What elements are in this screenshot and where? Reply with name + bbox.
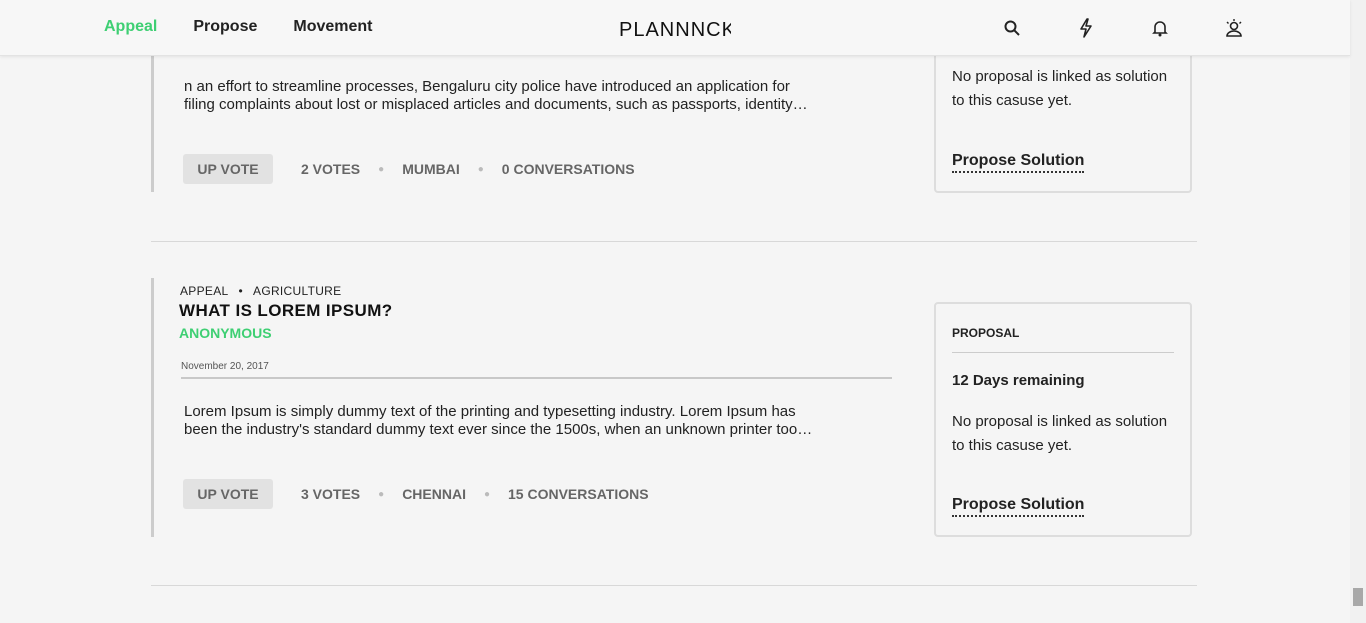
post-stats: UP VOTE 2 VOTES ● MUMBAI ● 0 CONVERSATIO… <box>183 154 635 184</box>
post-desc-line: n an effort to streamline processes, Ben… <box>184 78 790 95</box>
upvote-button[interactable]: UP VOTE <box>183 154 273 184</box>
post-desc-line: filing complaints about lost or misplace… <box>184 96 808 113</box>
separator-dot: ● <box>483 488 491 500</box>
proposal-status-text: No proposal is linked as solution to thi… <box>952 413 1168 454</box>
city-label: CHENNAI <box>402 486 466 502</box>
post-divider <box>151 241 1197 242</box>
page-scrollbar[interactable] <box>1350 0 1366 623</box>
proposal-label: PROPOSAL <box>952 326 1020 340</box>
days-remaining: 12 Days remaining <box>952 372 1085 389</box>
post-description: n an effort to streamline processes, Ben… <box>184 78 884 114</box>
main-nav: Appeal Propose Movement <box>104 18 408 36</box>
logo[interactable]: PLANNNCK <box>619 18 731 40</box>
logo-wordmark: PLANNNCK <box>619 19 731 39</box>
separator-dot: ● <box>378 163 385 175</box>
nav-propose[interactable]: Propose <box>193 18 257 36</box>
vote-count: 3 VOTES <box>301 486 361 502</box>
user-icon[interactable] <box>1224 18 1244 38</box>
bell-icon[interactable] <box>1150 18 1170 38</box>
conversation-count[interactable]: 0 CONVERSATIONS <box>502 161 635 177</box>
post-date: November 20, 2017 <box>181 361 269 372</box>
proposal-panel: PROPOSAL 12 Days remaining No proposal i… <box>934 302 1192 537</box>
nav-movement[interactable]: Movement <box>293 18 372 36</box>
propose-solution-link[interactable]: Propose Solution <box>952 496 1085 517</box>
separator-dot: ● <box>378 488 385 500</box>
post-accent-bar <box>151 278 154 537</box>
post-desc-line: been the industry's standard dummy text … <box>184 421 813 438</box>
header-actions <box>1002 18 1298 38</box>
city-label: MUMBAI <box>402 161 460 177</box>
post-desc-line: Lorem Ipsum is simply dummy text of the … <box>184 403 796 420</box>
post-stats: UP VOTE 3 VOTES ● CHENNAI ● 15 CONVERSAT… <box>183 479 649 509</box>
propose-solution-link[interactable]: Propose Solution <box>952 152 1085 173</box>
post-divider <box>151 585 1197 586</box>
proposal-panel: No proposal is linked as solution to thi… <box>934 40 1192 193</box>
post-description: Lorem Ipsum is simply dummy text of the … <box>184 403 884 439</box>
scrollbar-thumb[interactable] <box>1353 588 1363 606</box>
post-title[interactable]: WHAT IS LOREM IPSUM? <box>179 301 393 321</box>
proposal-status-text: No proposal is linked as solution to thi… <box>952 68 1168 109</box>
bolt-icon[interactable] <box>1076 18 1096 38</box>
post-author: ANONYMOUS <box>179 325 272 341</box>
post-accent-bar <box>151 55 154 192</box>
subcategory-tag[interactable]: AGRICULTURE <box>253 284 341 298</box>
conversation-count[interactable]: 15 CONVERSATIONS <box>508 486 649 502</box>
post-categories: APPEAL • AGRICULTURE <box>180 284 341 298</box>
nav-appeal[interactable]: Appeal <box>104 18 157 36</box>
category-tag[interactable]: APPEAL <box>180 284 229 298</box>
date-underline <box>181 377 892 379</box>
logo-text: PLANNNCK <box>619 19 731 39</box>
search-icon[interactable] <box>1002 18 1022 38</box>
vote-count: 2 VOTES <box>301 161 361 177</box>
top-navbar: Appeal Propose Movement PLANNNCK <box>0 0 1350 56</box>
upvote-button[interactable]: UP VOTE <box>183 479 273 509</box>
separator-dot: ● <box>477 163 484 175</box>
separator-dot: • <box>238 284 244 298</box>
proposal-divider <box>952 352 1174 353</box>
